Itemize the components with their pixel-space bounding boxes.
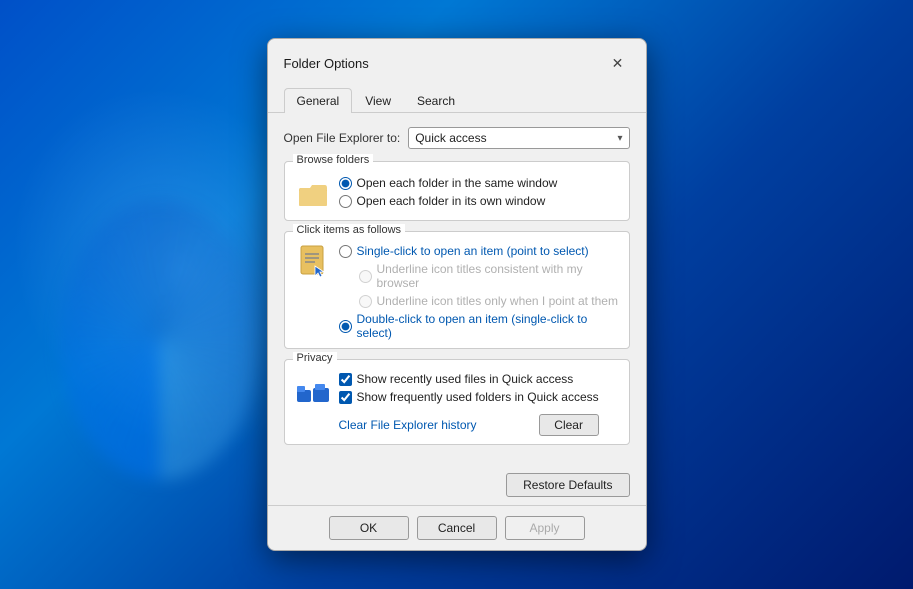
recent-files-checkbox[interactable] [339,373,352,386]
recent-files-label: Show recently used files in Quick access [357,372,574,386]
privacy-options-list: Show recently used files in Quick access… [339,372,599,436]
frequent-folders-checkbox[interactable] [339,391,352,404]
browse-folders-title: Browse folders [293,154,374,166]
tab-bar: General View Search [268,79,646,113]
click-items-title: Click items as follows [293,224,406,236]
underline-hover-label: Underline icon titles only when I point … [377,294,618,308]
clear-history-row: Clear File Explorer history Clear [339,414,599,436]
restore-row: Restore Defaults [268,469,646,505]
cursor-icon [297,244,329,280]
privacy-title: Privacy [293,352,337,364]
privacy-icon-area [295,372,331,408]
dialog-content: Open File Explorer to: Quick access ▾ Br… [268,113,646,469]
cancel-button[interactable]: Cancel [417,516,497,540]
underline-hover-radio [359,295,372,308]
chevron-down-icon: ▾ [617,133,622,144]
click-icon-area [295,244,331,280]
dialog-footer: OK Cancel Apply [268,505,646,550]
tab-search[interactable]: Search [404,88,468,113]
recent-files-option[interactable]: Show recently used files in Quick access [339,372,599,386]
privacy-content: Show recently used files in Quick access… [295,372,619,436]
open-explorer-dropdown[interactable]: Quick access ▾ [408,127,629,149]
tab-view[interactable]: View [352,88,404,113]
own-window-label: Open each folder in its own window [357,194,546,208]
own-window-radio[interactable] [339,195,352,208]
single-click-radio[interactable] [339,245,352,258]
underline-consistent-radio [359,270,372,283]
privacy-group: Privacy Show recently used files i [284,359,630,445]
single-click-label: Single-click to open an item (point to s… [357,244,589,258]
underline-consistent-label: Underline icon titles consistent with my… [377,262,619,290]
dialog-title: Folder Options [284,56,369,71]
frequent-folders-label: Show frequently used folders in Quick ac… [357,390,599,404]
browse-folders-group: Browse folders Open each folder in the s… [284,161,630,221]
frequent-folders-option[interactable]: Show frequently used folders in Quick ac… [339,390,599,404]
folder-icon [297,178,329,210]
restore-defaults-button[interactable]: Restore Defaults [506,473,629,497]
title-bar: Folder Options ✕ [268,39,646,75]
same-window-option[interactable]: Open each folder in the same window [339,176,558,190]
folder-options-dialog: Folder Options ✕ General View Search Ope… [267,38,647,551]
single-click-option[interactable]: Single-click to open an item (point to s… [339,244,619,258]
browse-options-list: Open each folder in the same window Open… [339,176,558,208]
same-window-radio[interactable] [339,177,352,190]
close-button[interactable]: ✕ [606,51,630,75]
own-window-option[interactable]: Open each folder in its own window [339,194,558,208]
double-click-radio[interactable] [339,320,352,333]
same-window-label: Open each folder in the same window [357,176,558,190]
privacy-icon [295,372,331,408]
apply-button[interactable]: Apply [505,516,585,540]
ok-button[interactable]: OK [329,516,409,540]
clear-history-link[interactable]: Clear File Explorer history [339,418,477,432]
double-click-label: Double-click to open an item (single-cli… [357,312,619,340]
click-options-list: Single-click to open an item (point to s… [339,244,619,340]
tab-general[interactable]: General [284,88,353,113]
underline-consistent-option[interactable]: Underline icon titles consistent with my… [339,262,619,290]
click-items-group: Click items as follows [284,231,630,349]
open-explorer-row: Open File Explorer to: Quick access ▾ [284,127,630,149]
browse-folders-content: Open each folder in the same window Open… [295,176,619,212]
underline-hover-option[interactable]: Underline icon titles only when I point … [339,294,619,308]
open-explorer-label: Open File Explorer to: [284,131,401,145]
double-click-option[interactable]: Double-click to open an item (single-cli… [339,312,619,340]
folder-icon-area [295,176,331,212]
clear-button[interactable]: Clear [539,414,599,436]
dropdown-value: Quick access [415,131,486,145]
click-items-content: Single-click to open an item (point to s… [295,244,619,340]
